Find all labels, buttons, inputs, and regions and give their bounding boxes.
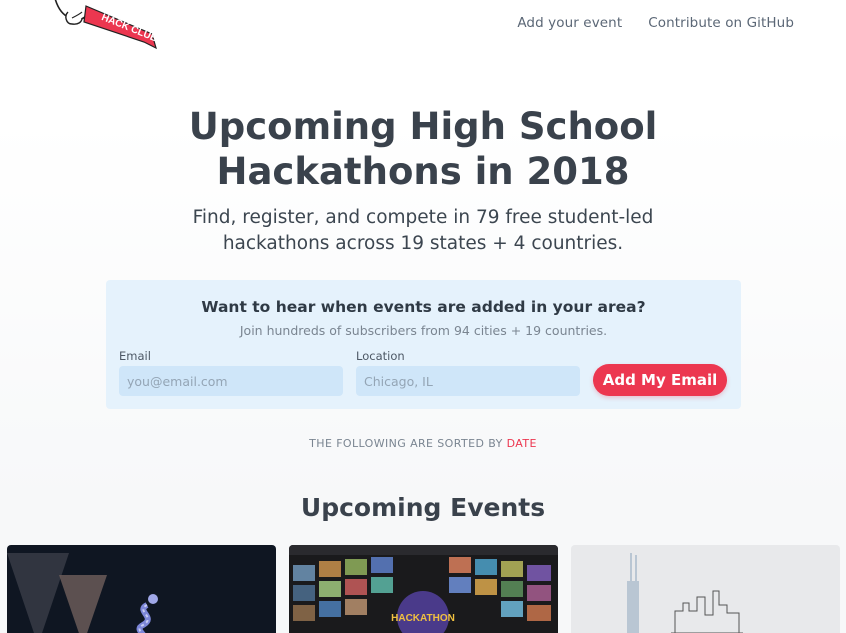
event-card-image (7, 545, 276, 633)
upcoming-events-heading: Upcoming Events (300, 493, 546, 522)
event-card[interactable]: HACKATHON (289, 545, 558, 633)
signup-subtitle: Join hundreds of subscribers from 94 cit… (239, 323, 608, 338)
top-nav: HACK CLUB Add your event Contribute on G… (0, 0, 846, 60)
location-field[interactable] (356, 366, 580, 396)
email-signup-panel: Want to hear when events are added in yo… (106, 280, 741, 409)
page-title-line-2: Hackathons in 2018 (216, 150, 630, 193)
event-card[interactable] (7, 545, 276, 633)
page-title-line-1: Upcoming High School (188, 105, 658, 148)
sort-indicator: THE FOLLOWING ARE SORTED BY DATE (0, 437, 846, 450)
page-subtitle-line-2: hackathons across 19 states + 4 countrie… (222, 233, 624, 254)
sort-key-date[interactable]: DATE (507, 437, 537, 450)
hack-club-flag-icon: HACK CLUB (54, 0, 159, 50)
event-card-image (571, 545, 840, 633)
event-card[interactable] (571, 545, 840, 633)
event-card-image: HACKATHON (289, 545, 558, 633)
email-label: Email (119, 349, 151, 363)
nav-link-github[interactable]: Contribute on GitHub (648, 15, 794, 31)
nav-link-add-event[interactable]: Add your event (517, 15, 622, 31)
hack-club-logo[interactable]: HACK CLUB (52, 0, 162, 50)
page-subtitle: Find, register, and compete in 79 free s… (0, 205, 846, 257)
signup-title: Want to hear when events are added in yo… (201, 298, 646, 316)
page-subtitle-line-1: Find, register, and compete in 79 free s… (192, 207, 654, 228)
add-my-email-button[interactable]: Add My Email (593, 364, 727, 396)
page-title: Upcoming High School Hackathons in 2018 (0, 104, 846, 194)
location-label: Location (356, 349, 405, 363)
hackathon-badge-text: HACKATHON (391, 613, 455, 624)
email-field[interactable] (119, 366, 343, 396)
sort-prefix: THE FOLLOWING ARE SORTED BY (309, 437, 507, 450)
nav-links: Add your event Contribute on GitHub (517, 15, 794, 31)
